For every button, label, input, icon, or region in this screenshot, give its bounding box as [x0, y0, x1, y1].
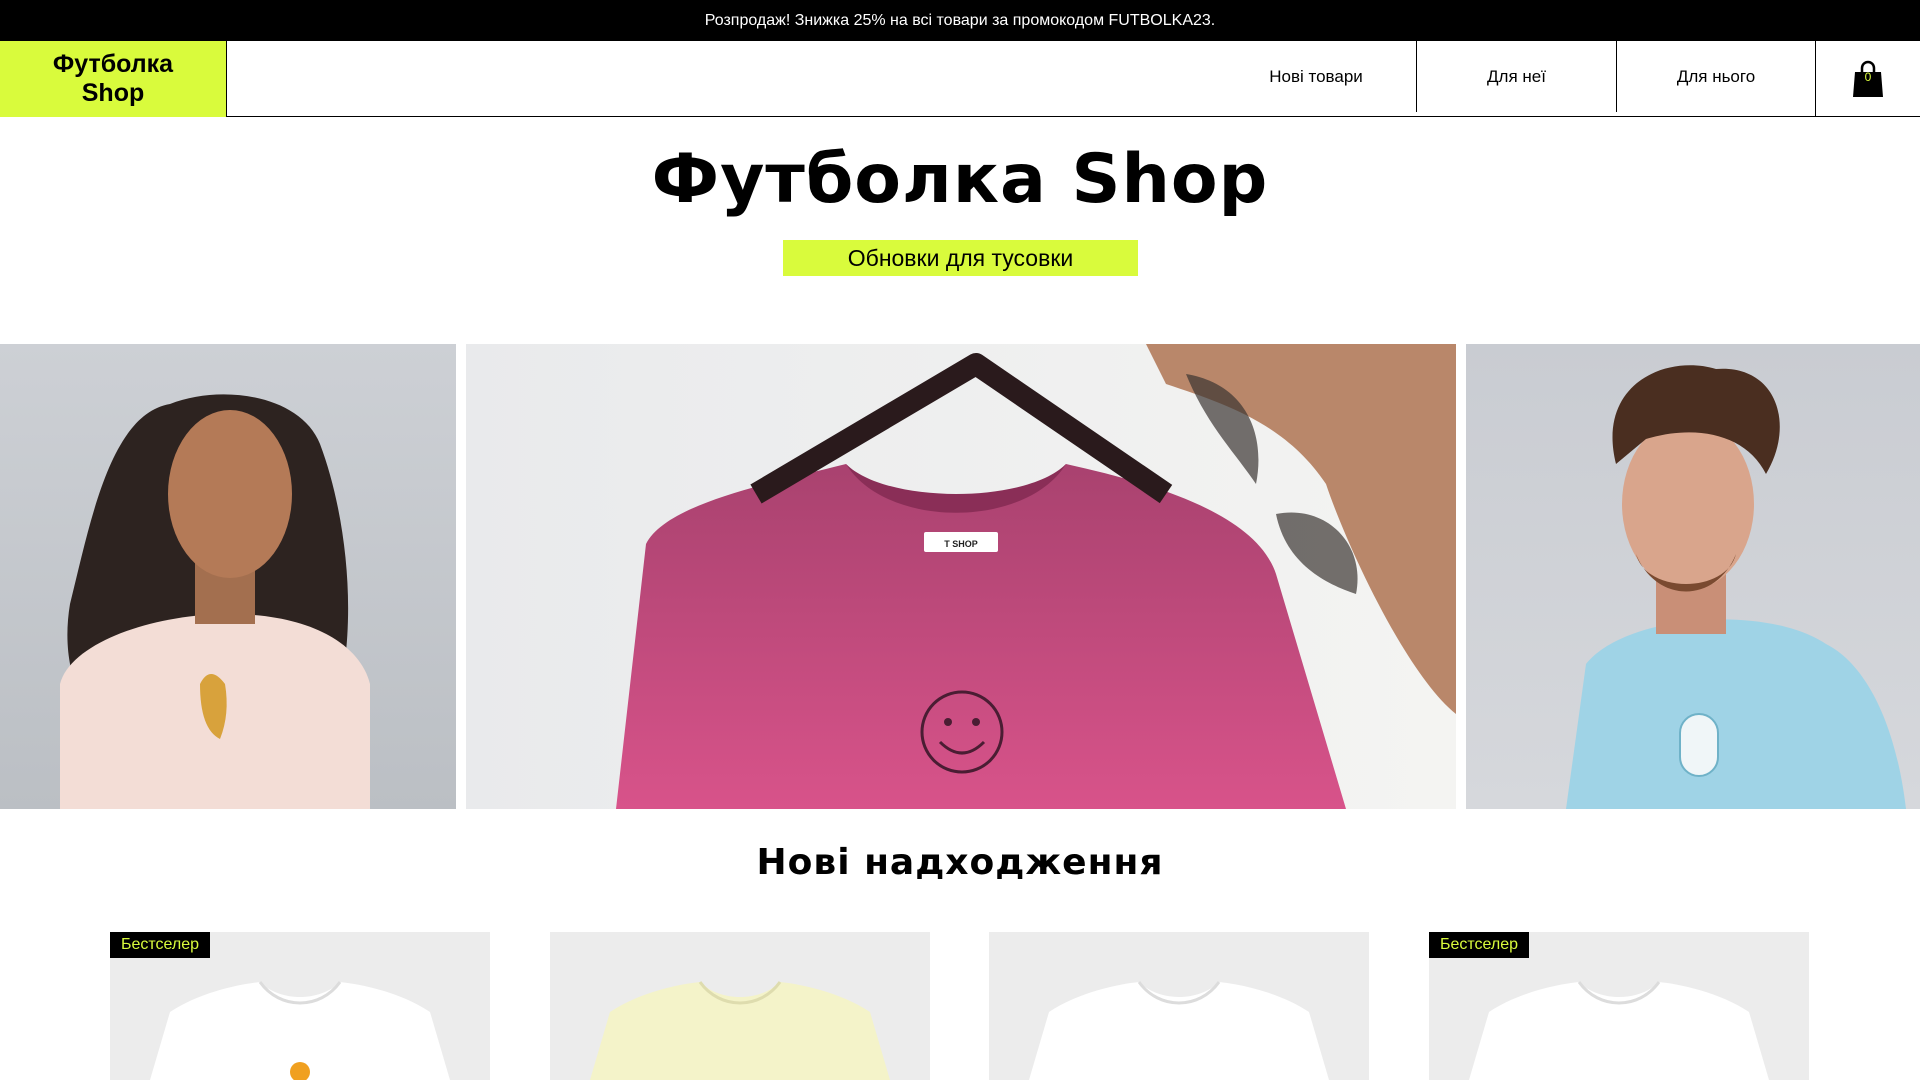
cart-button[interactable]: 0 [1816, 41, 1920, 117]
hanger-label-text: T SHOP [944, 539, 978, 549]
product-card[interactable] [989, 932, 1369, 1080]
man-in-tshirt-image [1466, 344, 1920, 809]
tshirt-on-hanger-image: T SHOP [466, 344, 1456, 809]
nav-for-her[interactable]: Для неї [1417, 41, 1616, 112]
woman-in-tshirt-image [0, 344, 456, 809]
nav-for-him[interactable]: Для нього [1617, 41, 1815, 112]
hero-photo-him[interactable] [1466, 344, 1920, 809]
tshirt-product-image [1029, 981, 1329, 1080]
hero-subtitle-text: Обновки для тусовки [847, 244, 1074, 271]
promo-text: Розпродаж! Знижка 25% на всі товари за п… [704, 11, 1216, 29]
site-header: Футболка Shop Нові товари Для неї Для нь… [0, 41, 1920, 117]
bestseller-badge: Бестселер [110, 932, 211, 958]
product-card[interactable]: Бестселер [110, 932, 490, 1080]
product-card[interactable]: Бестселер [1429, 932, 1809, 1080]
bestseller-badge: Бестселер [1429, 932, 1530, 958]
new-arrivals-title: Нові надходження [756, 842, 1164, 883]
nav-for-her-label: Для неї [1487, 66, 1546, 86]
hero-title: Футболка Shop [651, 140, 1269, 219]
nav-new-products[interactable]: Нові товари [1216, 41, 1416, 112]
hero-photo-her[interactable] [0, 344, 456, 809]
product-card[interactable] [550, 932, 930, 1080]
nav-for-him-label: Для нього [1676, 66, 1756, 86]
site-logo[interactable]: Футболка Shop [0, 41, 227, 117]
nav-new-products-label: Нові товари [1269, 66, 1363, 86]
shopping-bag-icon [1853, 60, 1883, 97]
logo-text: Футболка Shop [52, 50, 174, 107]
promo-banner: Розпродаж! Знижка 25% на всі товари за п… [0, 0, 1920, 41]
tshirt-product-image [590, 981, 890, 1080]
hero-photo-center[interactable]: T SHOP [466, 344, 1456, 809]
hero-subtitle: Обновки для тусовки [783, 240, 1138, 276]
